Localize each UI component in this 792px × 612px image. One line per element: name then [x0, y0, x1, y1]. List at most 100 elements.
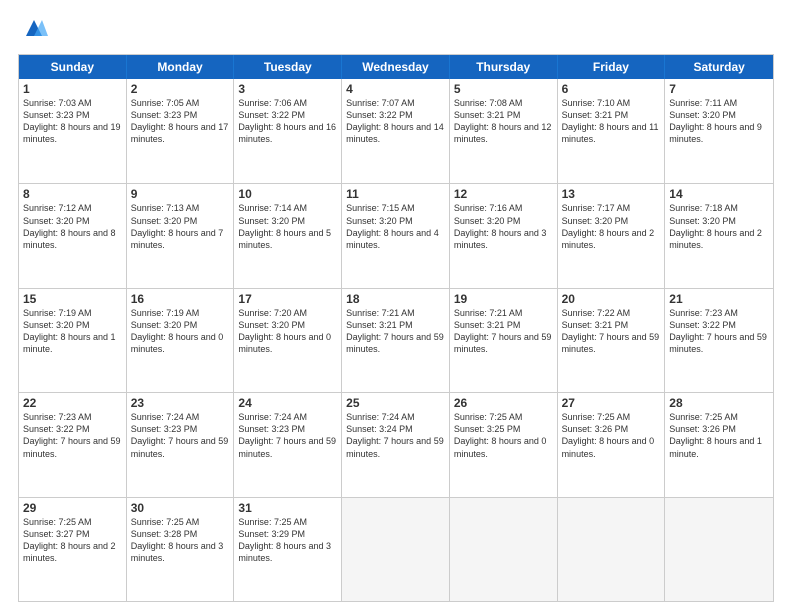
calendar-row: 22 Sunrise: 7:23 AMSunset: 3:22 PMDayligh… — [19, 392, 773, 496]
calendar-cell: 1 Sunrise: 7:03 AMSunset: 3:23 PMDaylight… — [19, 79, 127, 183]
cell-info: Sunrise: 7:18 AMSunset: 3:20 PMDaylight:… — [669, 203, 762, 249]
calendar-cell — [342, 498, 450, 601]
day-number: 10 — [238, 187, 337, 201]
calendar-cell: 16 Sunrise: 7:19 AMSunset: 3:20 PMDayligh… — [127, 289, 235, 392]
cell-info: Sunrise: 7:03 AMSunset: 3:23 PMDaylight:… — [23, 98, 121, 144]
cell-info: Sunrise: 7:05 AMSunset: 3:23 PMDaylight:… — [131, 98, 229, 144]
cell-info: Sunrise: 7:11 AMSunset: 3:20 PMDaylight:… — [669, 98, 762, 144]
calendar-cell: 24 Sunrise: 7:24 AMSunset: 3:23 PMDayligh… — [234, 393, 342, 496]
day-number: 5 — [454, 82, 553, 96]
day-number: 6 — [562, 82, 661, 96]
calendar-cell: 23Sunrise: 7:24 AMSunset: 3:23 PMDayligh… — [127, 393, 235, 496]
cell-info: Sunrise: 7:24 AMSunset: 3:23 PMDaylight:… — [131, 412, 229, 458]
day-number: 9 — [131, 187, 230, 201]
cell-info: Sunrise: 7:14 AMSunset: 3:20 PMDaylight:… — [238, 203, 331, 249]
calendar-cell: 11 Sunrise: 7:15 AMSunset: 3:20 PMDayligh… — [342, 184, 450, 287]
calendar-cell: 6 Sunrise: 7:10 AMSunset: 3:21 PMDaylight… — [558, 79, 666, 183]
calendar-cell: 13 Sunrise: 7:17 AMSunset: 3:20 PMDayligh… — [558, 184, 666, 287]
calendar-cell: 19 Sunrise: 7:21 AMSunset: 3:21 PMDayligh… — [450, 289, 558, 392]
cell-info: Sunrise: 7:12 AMSunset: 3:20 PMDaylight:… — [23, 203, 116, 249]
logo — [18, 16, 48, 44]
calendar-cell: 30 Sunrise: 7:25 AMSunset: 3:28 PMDayligh… — [127, 498, 235, 601]
cell-info: Sunrise: 7:25 AMSunset: 3:29 PMDaylight:… — [238, 517, 331, 563]
calendar-cell: 3 Sunrise: 7:06 AMSunset: 3:22 PMDaylight… — [234, 79, 342, 183]
cell-info: Sunrise: 7:23 AMSunset: 3:22 PMDaylight:… — [669, 308, 767, 354]
cell-info: Sunrise: 7:10 AMSunset: 3:21 PMDaylight:… — [562, 98, 659, 144]
cell-info: Sunrise: 7:17 AMSunset: 3:20 PMDaylight:… — [562, 203, 655, 249]
cell-info: Sunrise: 7:21 AMSunset: 3:21 PMDaylight:… — [454, 308, 552, 354]
day-number: 4 — [346, 82, 445, 96]
cell-info: Sunrise: 7:20 AMSunset: 3:20 PMDaylight:… — [238, 308, 331, 354]
day-number: 29 — [23, 501, 122, 515]
day-number: 27 — [562, 396, 661, 410]
day-number: 22 — [23, 396, 122, 410]
cell-info: Sunrise: 7:13 AMSunset: 3:20 PMDaylight:… — [131, 203, 224, 249]
cell-info: Sunrise: 7:16 AMSunset: 3:20 PMDaylight:… — [454, 203, 547, 249]
day-number: 3 — [238, 82, 337, 96]
cell-info: Sunrise: 7:19 AMSunset: 3:20 PMDaylight:… — [131, 308, 224, 354]
day-number: 1 — [23, 82, 122, 96]
calendar-cell: 21 Sunrise: 7:23 AMSunset: 3:22 PMDayligh… — [665, 289, 773, 392]
logo-icon — [20, 16, 48, 44]
calendar-cell: 7 Sunrise: 7:11 AMSunset: 3:20 PMDaylight… — [665, 79, 773, 183]
day-number: 31 — [238, 501, 337, 515]
day-number: 13 — [562, 187, 661, 201]
cell-info: Sunrise: 7:23 AMSunset: 3:22 PMDaylight:… — [23, 412, 121, 458]
day-header-saturday: Saturday — [665, 55, 773, 79]
day-header-friday: Friday — [558, 55, 666, 79]
header — [18, 16, 774, 44]
calendar-header: SundayMondayTuesdayWednesdayThursdayFrid… — [19, 55, 773, 79]
calendar-cell: 28Sunrise: 7:25 AMSunset: 3:26 PMDayligh… — [665, 393, 773, 496]
calendar-cell: 12Sunrise: 7:16 AMSunset: 3:20 PMDayligh… — [450, 184, 558, 287]
calendar-cell: 15Sunrise: 7:19 AMSunset: 3:20 PMDayligh… — [19, 289, 127, 392]
cell-info: Sunrise: 7:08 AMSunset: 3:21 PMDaylight:… — [454, 98, 552, 144]
day-number: 14 — [669, 187, 769, 201]
day-number: 21 — [669, 292, 769, 306]
calendar-cell: 31 Sunrise: 7:25 AMSunset: 3:29 PMDayligh… — [234, 498, 342, 601]
calendar: SundayMondayTuesdayWednesdayThursdayFrid… — [18, 54, 774, 602]
cell-info: Sunrise: 7:25 AMSunset: 3:26 PMDaylight:… — [562, 412, 655, 458]
calendar-cell: 9 Sunrise: 7:13 AMSunset: 3:20 PMDaylight… — [127, 184, 235, 287]
cell-info: Sunrise: 7:19 AMSunset: 3:20 PMDaylight:… — [23, 308, 116, 354]
calendar-cell — [558, 498, 666, 601]
day-number: 18 — [346, 292, 445, 306]
calendar-page: SundayMondayTuesdayWednesdayThursdayFrid… — [0, 0, 792, 612]
day-number: 30 — [131, 501, 230, 515]
calendar-body: 1 Sunrise: 7:03 AMSunset: 3:23 PMDaylight… — [19, 79, 773, 601]
day-number: 28 — [669, 396, 769, 410]
calendar-cell: 25Sunrise: 7:24 AMSunset: 3:24 PMDayligh… — [342, 393, 450, 496]
calendar-row: 15Sunrise: 7:19 AMSunset: 3:20 PMDayligh… — [19, 288, 773, 392]
day-number: 19 — [454, 292, 553, 306]
day-header-monday: Monday — [127, 55, 235, 79]
calendar-cell: 20 Sunrise: 7:22 AMSunset: 3:21 PMDayligh… — [558, 289, 666, 392]
day-number: 11 — [346, 187, 445, 201]
calendar-cell — [450, 498, 558, 601]
cell-info: Sunrise: 7:06 AMSunset: 3:22 PMDaylight:… — [238, 98, 336, 144]
calendar-cell: 26Sunrise: 7:25 AMSunset: 3:25 PMDayligh… — [450, 393, 558, 496]
calendar-cell: 17Sunrise: 7:20 AMSunset: 3:20 PMDayligh… — [234, 289, 342, 392]
cell-info: Sunrise: 7:15 AMSunset: 3:20 PMDaylight:… — [346, 203, 439, 249]
calendar-cell — [665, 498, 773, 601]
calendar-cell: 29 Sunrise: 7:25 AMSunset: 3:27 PMDayligh… — [19, 498, 127, 601]
day-number: 7 — [669, 82, 769, 96]
calendar-cell: 8 Sunrise: 7:12 AMSunset: 3:20 PMDaylight… — [19, 184, 127, 287]
day-number: 2 — [131, 82, 230, 96]
day-header-tuesday: Tuesday — [234, 55, 342, 79]
day-header-sunday: Sunday — [19, 55, 127, 79]
day-header-thursday: Thursday — [450, 55, 558, 79]
cell-info: Sunrise: 7:24 AMSunset: 3:23 PMDaylight:… — [238, 412, 336, 458]
calendar-cell: 2 Sunrise: 7:05 AMSunset: 3:23 PMDaylight… — [127, 79, 235, 183]
day-number: 24 — [238, 396, 337, 410]
cell-info: Sunrise: 7:25 AMSunset: 3:27 PMDaylight:… — [23, 517, 116, 563]
day-number: 16 — [131, 292, 230, 306]
cell-info: Sunrise: 7:25 AMSunset: 3:28 PMDaylight:… — [131, 517, 224, 563]
day-number: 20 — [562, 292, 661, 306]
calendar-cell: 14 Sunrise: 7:18 AMSunset: 3:20 PMDayligh… — [665, 184, 773, 287]
day-number: 8 — [23, 187, 122, 201]
calendar-cell: 18Sunrise: 7:21 AMSunset: 3:21 PMDayligh… — [342, 289, 450, 392]
cell-info: Sunrise: 7:07 AMSunset: 3:22 PMDaylight:… — [346, 98, 444, 144]
calendar-row: 8 Sunrise: 7:12 AMSunset: 3:20 PMDaylight… — [19, 183, 773, 287]
cell-info: Sunrise: 7:22 AMSunset: 3:21 PMDaylight:… — [562, 308, 660, 354]
day-number: 26 — [454, 396, 553, 410]
calendar-cell: 10 Sunrise: 7:14 AMSunset: 3:20 PMDayligh… — [234, 184, 342, 287]
